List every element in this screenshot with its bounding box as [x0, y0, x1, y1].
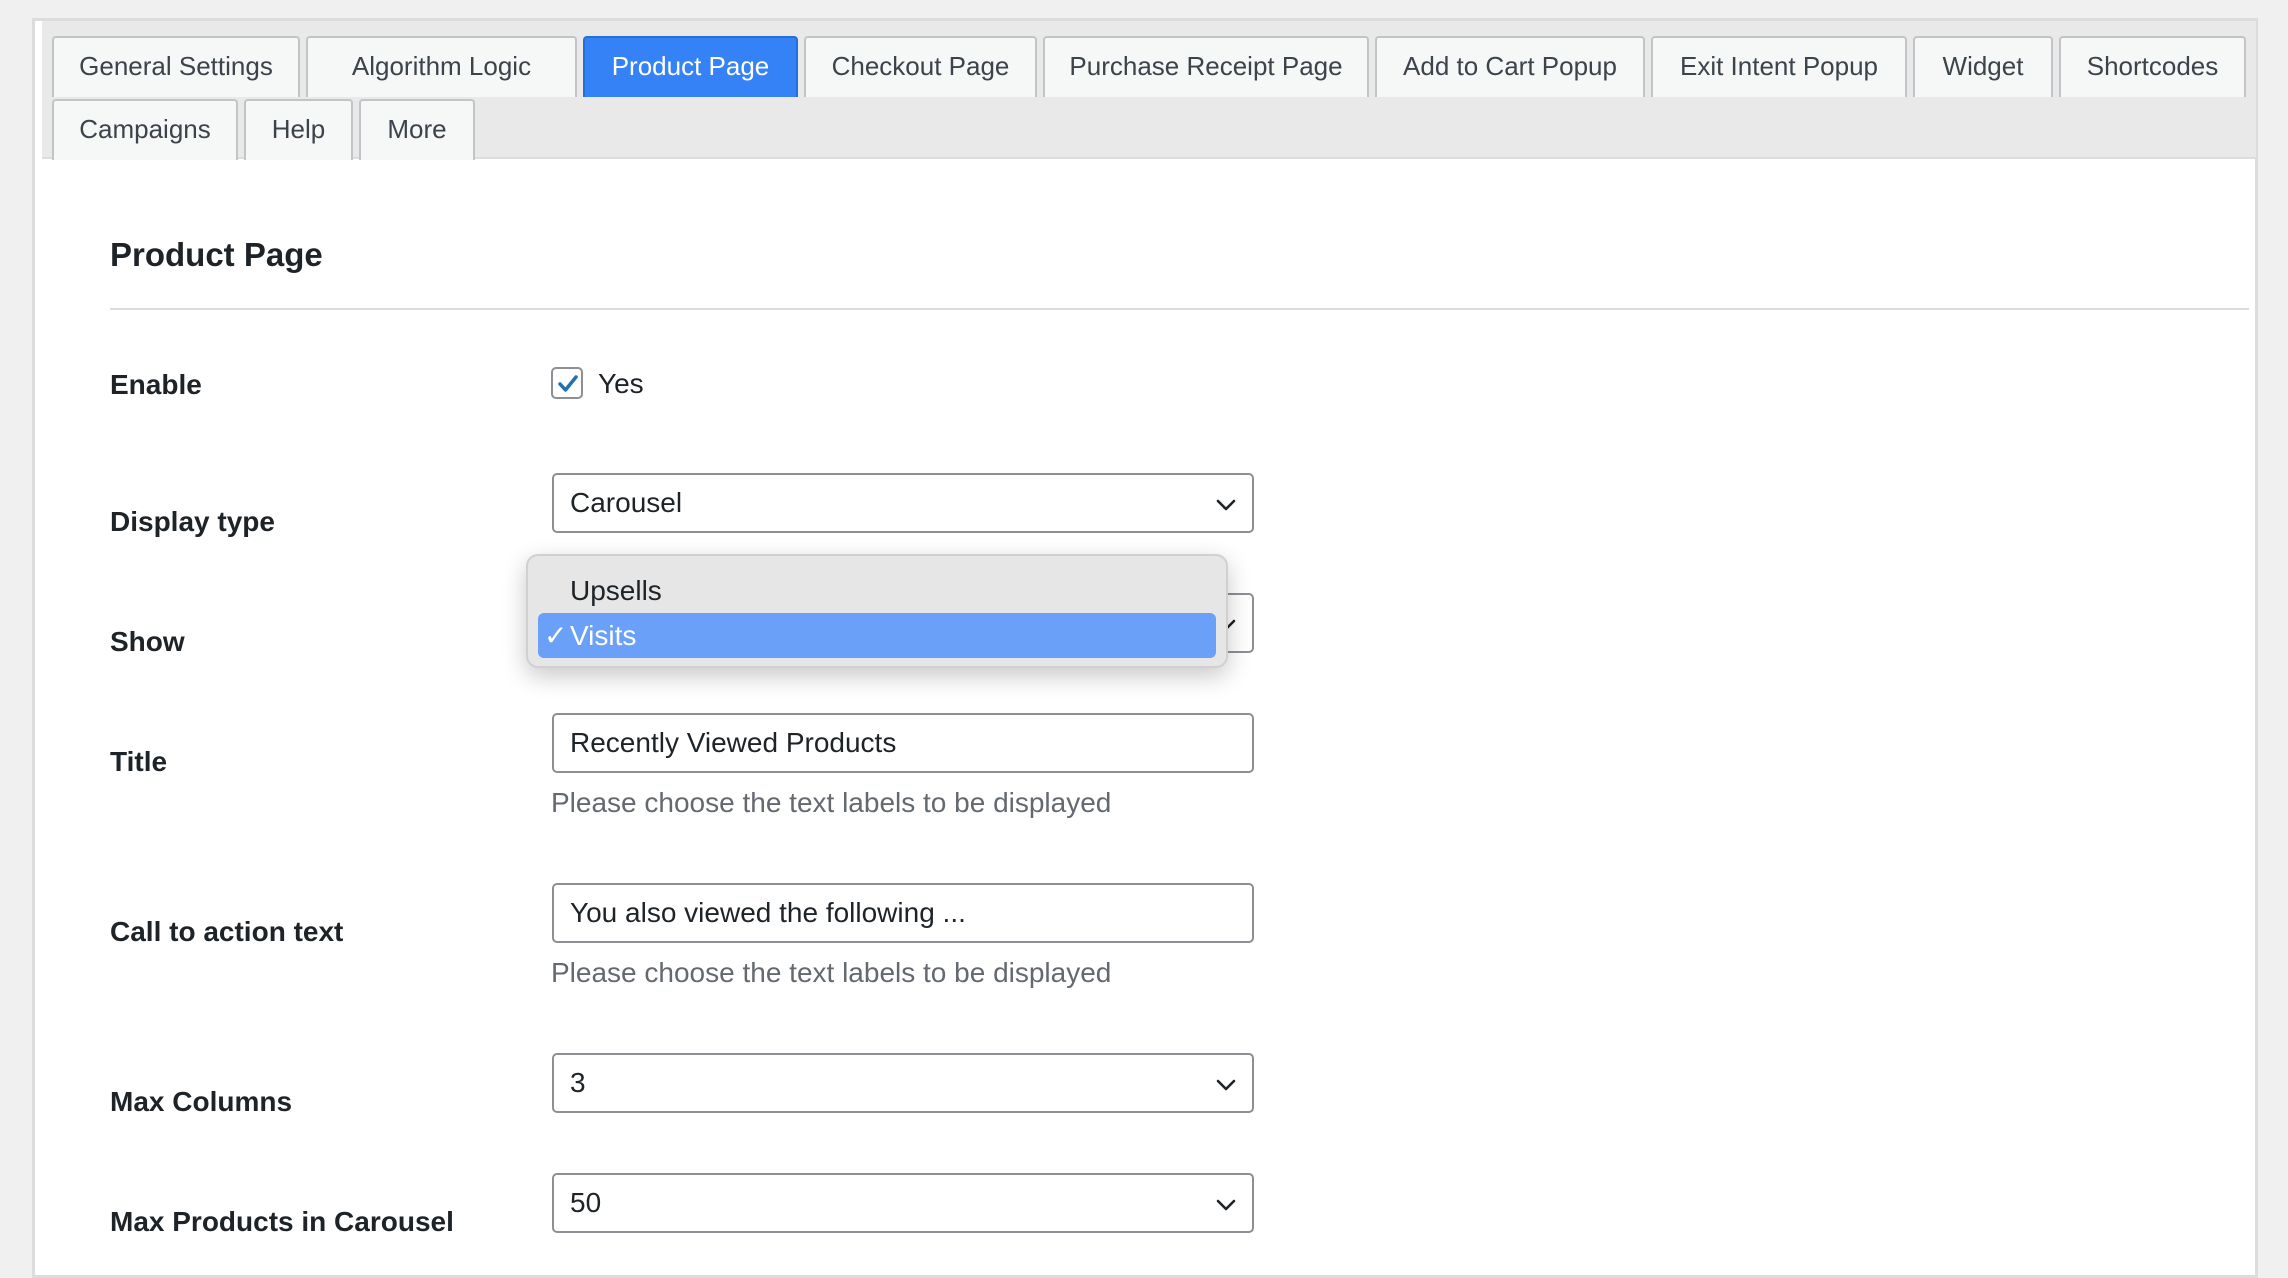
show-option-visits-label: Visits	[570, 620, 637, 651]
settings-panel: General Settings Algorithm Logic Product…	[32, 18, 2258, 1278]
chevron-down-icon	[1216, 499, 1236, 511]
checkmark-icon: ✓	[544, 620, 568, 651]
tab-checkout-page[interactable]: Checkout Page	[804, 36, 1037, 97]
tab-bar: General Settings Algorithm Logic Product…	[42, 21, 2256, 160]
enable-option-label: Yes	[598, 368, 644, 399]
tab-campaigns[interactable]: Campaigns	[52, 99, 238, 160]
enable-label: Enable	[110, 369, 202, 400]
show-option-upsells-label: Upsells	[570, 575, 662, 606]
max-columns-label: Max Columns	[110, 1086, 293, 1117]
show-label: Show	[110, 626, 185, 657]
chevron-down-icon	[1216, 1079, 1236, 1091]
cta-label: Call to action text	[110, 916, 344, 947]
tab-general-settings[interactable]: General Settings	[52, 36, 300, 97]
tab-product-page[interactable]: Product Page	[583, 36, 798, 97]
tab-add-to-cart-popup[interactable]: Add to Cart Popup	[1375, 36, 1645, 97]
show-dropdown-menu: Upsells ✓ Visits	[526, 554, 1228, 668]
max-products-select[interactable]: 50	[552, 1173, 1254, 1233]
check-icon	[558, 375, 578, 392]
display-type-select[interactable]: Carousel	[552, 473, 1254, 533]
display-type-label: Display type	[110, 506, 275, 537]
enable-checkbox[interactable]	[551, 367, 583, 399]
tab-help[interactable]: Help	[244, 99, 353, 160]
max-products-value: 50	[570, 1187, 602, 1218]
tab-purchase-receipt-page[interactable]: Purchase Receipt Page	[1043, 36, 1369, 97]
tab-exit-intent-popup[interactable]: Exit Intent Popup	[1651, 36, 1907, 97]
show-option-visits[interactable]: ✓ Visits	[538, 613, 1216, 658]
divider	[110, 308, 2249, 310]
title-label: Title	[110, 746, 168, 777]
title-input-value: Recently Viewed Products	[570, 727, 897, 758]
tab-widget[interactable]: Widget	[1913, 36, 2053, 97]
tab-more[interactable]: More	[359, 99, 475, 160]
title-description: Please choose the text labels to be disp…	[551, 787, 1112, 818]
tab-algorithm-logic[interactable]: Algorithm Logic	[306, 36, 577, 97]
display-type-value: Carousel	[570, 487, 683, 518]
cta-input[interactable]: You also viewed the following ...	[552, 883, 1254, 943]
title-input[interactable]: Recently Viewed Products	[552, 713, 1254, 773]
max-columns-value: 3	[570, 1067, 586, 1098]
max-columns-select[interactable]: 3	[552, 1053, 1254, 1113]
show-option-upsells[interactable]: Upsells	[538, 568, 1216, 613]
chevron-down-icon	[1216, 1199, 1236, 1211]
page-title: Product Page	[110, 236, 323, 273]
tab-shortcodes[interactable]: Shortcodes	[2059, 36, 2246, 97]
cta-input-value: You also viewed the following ...	[570, 897, 966, 928]
cta-description: Please choose the text labels to be disp…	[551, 957, 1112, 988]
max-products-label: Max Products in Carousel	[110, 1206, 454, 1237]
